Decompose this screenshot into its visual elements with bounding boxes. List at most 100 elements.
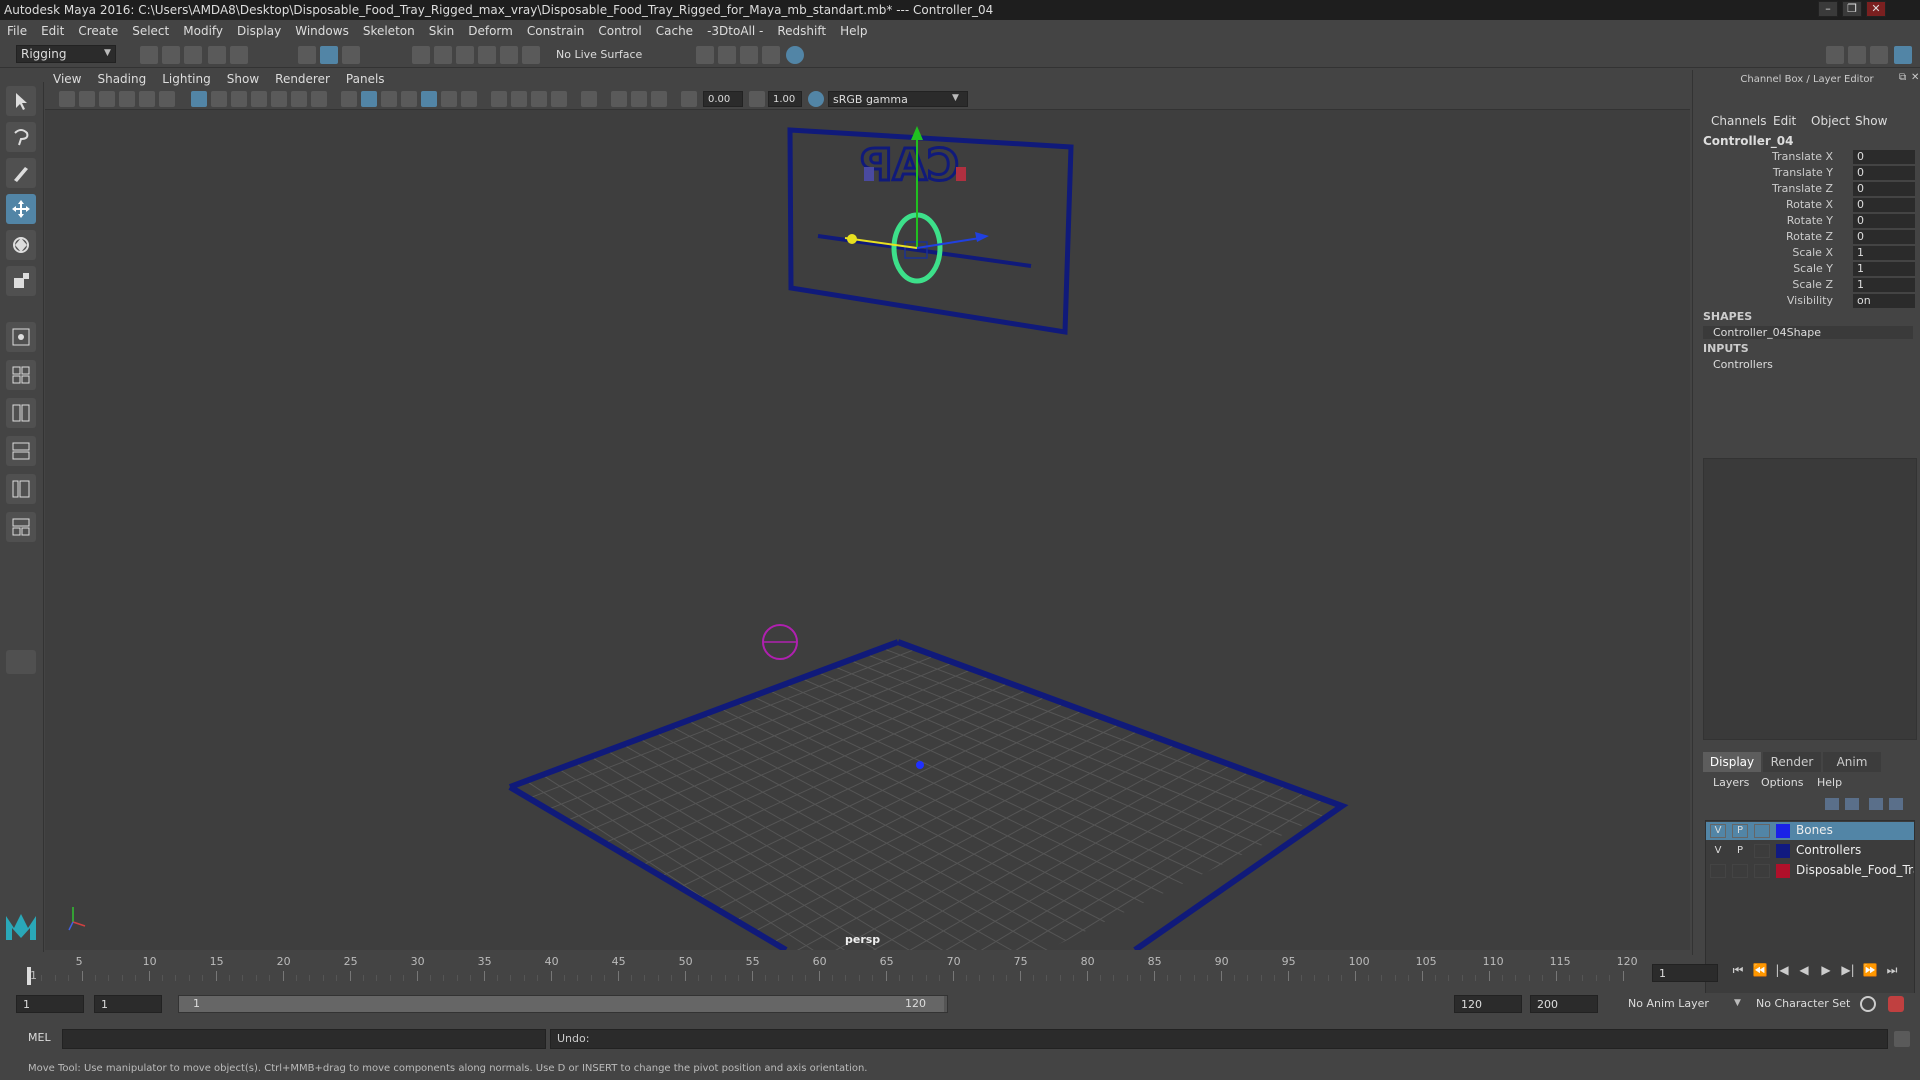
object-name[interactable]: Controller_04: [1703, 134, 1793, 148]
safe-title-icon[interactable]: [311, 91, 327, 107]
depth-of-field-icon[interactable]: [551, 91, 567, 107]
layer-color-swatch[interactable]: [1776, 824, 1790, 838]
panel-menu-show[interactable]: Show: [219, 70, 267, 88]
ipr-render-icon[interactable]: [740, 46, 758, 64]
open-scene-icon[interactable]: [162, 46, 180, 64]
resolution-gate-icon[interactable]: [231, 91, 247, 107]
panel-menu-view[interactable]: View: [45, 70, 89, 88]
tab-display[interactable]: Display: [1703, 752, 1761, 772]
menu-redshift[interactable]: Redshift: [770, 20, 833, 42]
menu-file[interactable]: File: [0, 20, 34, 42]
hypershade-layout-icon[interactable]: [6, 512, 36, 542]
panel-menu-renderer[interactable]: Renderer: [267, 70, 338, 88]
new-scene-icon[interactable]: [140, 46, 158, 64]
script-editor-icon[interactable]: [1894, 1031, 1910, 1047]
gamma-icon[interactable]: [749, 91, 765, 107]
menu-create[interactable]: Create: [71, 20, 125, 42]
side-layout-icon[interactable]: [6, 398, 36, 428]
camera-select-icon[interactable]: [59, 91, 75, 107]
playback-start-field[interactable]: 1: [94, 995, 162, 1013]
layer-name[interactable]: Bones: [1796, 823, 1833, 837]
panel-menu-shading[interactable]: Shading: [89, 70, 154, 88]
smooth-shade-icon[interactable]: [361, 91, 377, 107]
tab-anim[interactable]: Anim: [1823, 752, 1881, 772]
redo-icon[interactable]: [230, 46, 248, 64]
render-frame-icon[interactable]: [718, 46, 736, 64]
graph-layout-icon[interactable]: [6, 474, 36, 504]
menu-modify[interactable]: Modify: [176, 20, 230, 42]
lasso-tool[interactable]: [6, 122, 36, 152]
play-forwards-button[interactable]: ▶: [1818, 963, 1834, 979]
layer-row[interactable]: Disposable_Food_Tray: [1706, 862, 1914, 880]
exposure-field[interactable]: 0.00: [703, 91, 743, 107]
tab-render[interactable]: Render: [1763, 752, 1821, 772]
menu-set-select[interactable]: Rigging: [16, 45, 116, 63]
maximize-button[interactable]: ❐: [1842, 1, 1862, 17]
snap-surface-icon[interactable]: [500, 46, 518, 64]
save-scene-icon[interactable]: [184, 46, 202, 64]
playback-end-field[interactable]: 120: [1454, 995, 1522, 1013]
panel-menu-lighting[interactable]: Lighting: [154, 70, 219, 88]
attr-value[interactable]: 1: [1853, 278, 1915, 292]
layer-playback-toggle[interactable]: P: [1732, 824, 1748, 838]
menu-help[interactable]: Help: [833, 20, 874, 42]
snap-view-icon[interactable]: [478, 46, 496, 64]
layer-menu-options[interactable]: Options: [1761, 776, 1803, 789]
layer-menu-layers[interactable]: Layers: [1713, 776, 1749, 789]
layer-color-swatch[interactable]: [1776, 844, 1790, 858]
camera-attr-icon[interactable]: [79, 91, 95, 107]
panel-menu-panels[interactable]: Panels: [338, 70, 393, 88]
layer-row[interactable]: V P Bones: [1706, 822, 1914, 840]
attr-value[interactable]: 0: [1853, 182, 1915, 196]
four-view-layout-icon[interactable]: [6, 360, 36, 390]
layer-menu-help[interactable]: Help: [1817, 776, 1842, 789]
minimize-button[interactable]: –: [1818, 1, 1838, 17]
xray-components-icon[interactable]: [651, 91, 667, 107]
select-hierarchy-icon[interactable]: [298, 46, 316, 64]
live-surface-field[interactable]: No Live Surface: [552, 46, 662, 64]
attr-value[interactable]: 0: [1853, 214, 1915, 228]
select-tool[interactable]: [6, 86, 36, 116]
input-node[interactable]: Controllers: [1713, 358, 1773, 371]
xray-icon[interactable]: [611, 91, 627, 107]
menu-display[interactable]: Display: [230, 20, 288, 42]
wireframe-icon[interactable]: [341, 91, 357, 107]
channel-box-icon[interactable]: [1894, 46, 1912, 64]
attr-value[interactable]: 1: [1853, 246, 1915, 260]
rotate-tool[interactable]: [6, 230, 36, 260]
step-forward-frame-button[interactable]: ▶|: [1840, 963, 1856, 979]
attr-value[interactable]: 1: [1853, 262, 1915, 276]
attr-value[interactable]: 0: [1853, 150, 1915, 164]
render-view-icon[interactable]: [696, 46, 714, 64]
gamma-field[interactable]: 1.00: [768, 91, 802, 107]
wireframe-on-shaded-icon[interactable]: [401, 91, 417, 107]
layer-display-type-toggle[interactable]: [1754, 824, 1770, 838]
render-settings-icon[interactable]: [762, 46, 780, 64]
layer-visibility-toggle[interactable]: V: [1710, 824, 1726, 838]
layer-visibility-toggle[interactable]: V: [1710, 844, 1726, 858]
move-tool[interactable]: [6, 194, 36, 224]
attr-value[interactable]: 0: [1853, 230, 1915, 244]
layer-name[interactable]: Controllers: [1796, 843, 1861, 857]
step-back-key-button[interactable]: ⏪: [1752, 963, 1768, 979]
field-chart-icon[interactable]: [271, 91, 287, 107]
attr-value[interactable]: on: [1853, 294, 1915, 308]
layer-name[interactable]: Disposable_Food_Tray: [1796, 863, 1914, 877]
xray-joints-icon[interactable]: [631, 91, 647, 107]
menu-cache[interactable]: Cache: [649, 20, 700, 42]
menu-edit[interactable]: Edit: [34, 20, 71, 42]
exposure-icon[interactable]: [681, 91, 697, 107]
attr-value[interactable]: 0: [1853, 198, 1915, 212]
cb-menu-show[interactable]: Show: [1855, 114, 1887, 128]
layer-color-swatch[interactable]: [1776, 864, 1790, 878]
anim-layer-select[interactable]: No Anim Layer: [1622, 995, 1740, 1013]
hypershade-icon[interactable]: [786, 46, 804, 64]
film-gate-icon[interactable]: [211, 91, 227, 107]
cb-menu-edit[interactable]: Edit: [1773, 114, 1796, 128]
menu-select[interactable]: Select: [125, 20, 176, 42]
snap-vertex-icon[interactable]: [522, 46, 540, 64]
play-backwards-button[interactable]: ◀: [1796, 963, 1812, 979]
attr-value[interactable]: 0: [1853, 166, 1915, 180]
command-input[interactable]: [62, 1029, 546, 1049]
current-frame-field[interactable]: 1: [1652, 964, 1718, 982]
